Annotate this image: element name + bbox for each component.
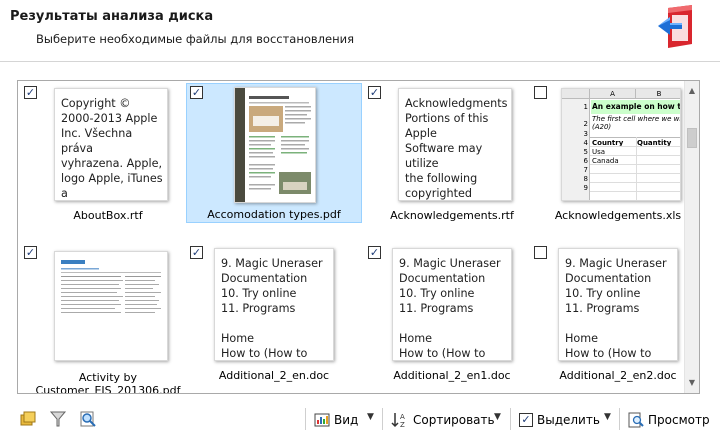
view-label: Вид <box>334 413 359 427</box>
scroll-down-icon[interactable]: ▼ <box>685 375 699 391</box>
sort-dropdown-icon[interactable]: ▼ <box>494 412 501 422</box>
file-checkbox[interactable]: ✓ <box>24 246 37 259</box>
preview-icon <box>628 412 644 428</box>
scroll-up-icon[interactable]: ▲ <box>685 83 699 99</box>
file-tile[interactable]: 9. Magic Uneraser Documentation 10. Try … <box>530 243 699 383</box>
svg-text:Z: Z <box>400 421 405 429</box>
sort-icon: A Z <box>391 413 405 429</box>
xls-cell-title: An example on how to <box>591 100 680 114</box>
file-thumbnail: 9. Magic Uneraser Documentation 10. Try … <box>392 248 512 361</box>
xls-row-number: 5 <box>583 148 588 156</box>
search-icon[interactable] <box>79 410 97 428</box>
file-name: AboutBox.rtf <box>73 209 143 222</box>
filter-icon[interactable] <box>49 410 67 428</box>
file-checkbox[interactable]: ✓ <box>24 86 37 99</box>
page-subtitle: Выберите необходимые файлы для восстанов… <box>36 32 355 46</box>
file-grid[interactable]: ✓ Copyright © 2000-2013 Apple Inc. Všech… <box>17 80 700 394</box>
select-button[interactable]: ✓ Выделить <box>519 410 600 430</box>
xls-row-number: 8 <box>583 175 588 183</box>
xls-col-header: A <box>590 89 636 99</box>
file-name: Accomodation types.pdf <box>207 208 341 221</box>
preview-text: 9. Magic Uneraser Documentation 10. Try … <box>565 257 667 360</box>
file-tile[interactable]: ✓ <box>186 83 362 223</box>
file-tile[interactable]: ✓ 9. Magic Uneraser Documentation 10. Tr… <box>186 243 362 383</box>
xls-row-number: 7 <box>583 166 588 174</box>
xls-row-number: 1 <box>583 103 588 111</box>
xls-cell-note: The first cell where we wi <box>592 115 681 123</box>
toolbar-separator <box>619 408 620 430</box>
file-name: Customer_EIS_201306.pdf <box>35 384 181 394</box>
file-name: Activity by <box>78 371 138 384</box>
file-checkbox[interactable]: ✓ <box>368 86 381 99</box>
view-dropdown-icon[interactable]: ▼ <box>367 412 374 422</box>
vertical-scrollbar[interactable]: ▲ ▼ <box>684 81 699 393</box>
preview-text: Copyright © 2000-2013 Apple Inc. Všechna… <box>61 97 163 200</box>
file-thumbnail <box>234 87 316 203</box>
file-thumbnail: Acknowledgments Portions of this Apple S… <box>398 88 512 201</box>
file-tile[interactable]: ✓ Acknowledgments Portions of this Apple… <box>364 83 540 223</box>
toolbar-separator <box>382 408 383 430</box>
app-logo-icon <box>658 5 692 48</box>
file-checkbox[interactable]: ✓ <box>368 246 381 259</box>
table-preview-icon <box>61 260 161 313</box>
sort-label: Сортировать <box>413 413 495 427</box>
file-name: Additional_2_en.doc <box>218 369 330 382</box>
folders-icon[interactable] <box>19 410 37 428</box>
xls-row-number: 3 <box>583 130 588 138</box>
svg-text:A: A <box>400 413 405 421</box>
xls-cell-note: (A20) <box>592 123 612 131</box>
preview-label: Просмотр <box>648 413 710 427</box>
file-thumbnail: 9. Magic Uneraser Documentation 10. Try … <box>558 248 678 361</box>
view-icon <box>314 413 330 427</box>
xls-row-number: 6 <box>583 157 588 165</box>
sort-button[interactable]: A Z Сортировать <box>391 410 495 430</box>
file-tile[interactable]: ✓ 9. Magic Uneraser Documentation 10. Tr… <box>364 243 540 383</box>
select-dropdown-icon[interactable]: ▼ <box>604 412 611 422</box>
page-title: Результаты анализа диска <box>10 9 214 24</box>
file-thumbnail <box>54 251 168 361</box>
xls-row-number: 4 <box>583 139 588 147</box>
header: Результаты анализа диска Выберите необхо… <box>0 0 720 62</box>
xls-row-number: 2 <box>583 120 588 128</box>
scrollbar-thumb[interactable] <box>687 128 697 148</box>
xls-preview: A B 1 2 3 4 5 6 7 8 9 An example on how … <box>562 89 681 200</box>
file-name: Acknowledgements.xls <box>554 209 682 222</box>
file-tile[interactable]: A B 1 2 3 4 5 6 7 8 9 An example on how … <box>530 83 699 223</box>
xls-col-header: B <box>636 89 680 99</box>
file-thumbnail: A B 1 2 3 4 5 6 7 8 9 An example on how … <box>561 88 681 201</box>
view-button[interactable]: Вид <box>314 410 358 430</box>
preview-text: 9. Magic Uneraser Documentation 10. Try … <box>399 257 501 360</box>
file-name: Additional_2_en2.doc <box>559 369 677 382</box>
toolbar-separator <box>510 408 511 430</box>
select-label: Выделить <box>537 413 600 427</box>
select-checkbox-icon: ✓ <box>519 413 533 427</box>
file-tile[interactable]: ✓ <box>20 243 196 393</box>
bottom-toolbar: Вид ▼ A Z Сортировать ▼ ✓ Выделить ▼ Про… <box>0 400 720 439</box>
preview-button[interactable]: Просмотр <box>628 410 710 430</box>
file-name: Additional_2_en1.doc <box>393 369 511 382</box>
file-thumbnail: 9. Magic Uneraser Documentation 10. Try … <box>214 248 334 361</box>
preview-text: 9. Magic Uneraser Documentation 10. Try … <box>221 257 323 360</box>
file-checkbox[interactable]: ✓ <box>190 86 203 99</box>
file-checkbox[interactable]: ✓ <box>190 246 203 259</box>
file-name: Acknowledgements.rtf <box>390 209 514 222</box>
toolbar-separator <box>305 408 306 430</box>
file-thumbnail: Copyright © 2000-2013 Apple Inc. Všechna… <box>54 88 168 201</box>
file-tile[interactable]: ✓ Copyright © 2000-2013 Apple Inc. Všech… <box>20 83 196 223</box>
pdf-preview-icon <box>235 88 315 202</box>
file-checkbox[interactable] <box>534 86 547 99</box>
file-checkbox[interactable] <box>534 246 547 259</box>
xls-row-number: 9 <box>583 184 588 192</box>
preview-text: Acknowledgments Portions of this Apple S… <box>405 97 508 200</box>
